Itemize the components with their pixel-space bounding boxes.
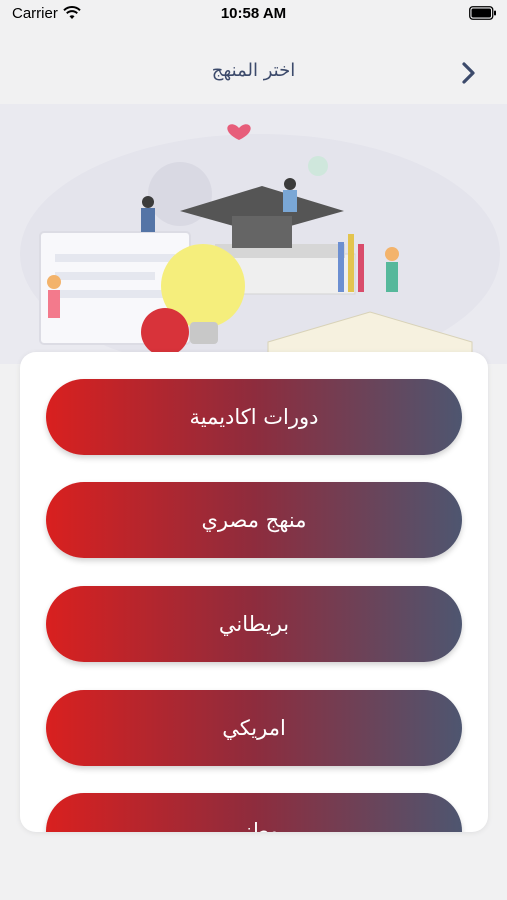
option-academic-courses-button[interactable]: دورات اكاديمية (46, 379, 462, 455)
option-american-button[interactable]: امريكي (46, 690, 462, 766)
option-egyptian-curriculum-button[interactable]: منهج مصري (46, 482, 462, 558)
clock: 10:58 AM (220, 5, 287, 22)
option-british-button[interactable]: بريطاني (46, 586, 462, 662)
status-bar: Carrier 10:58 AM (0, 0, 507, 30)
battery-icon (469, 6, 496, 20)
curriculum-options-card: دورات اكاديمية منهج مصري بريطاني امريكي … (20, 352, 488, 832)
education-illustration (20, 124, 500, 364)
chevron-right-icon (462, 62, 475, 84)
navigation-bar: اختر المنهج (0, 48, 507, 100)
back-button[interactable] (455, 60, 481, 86)
page-title: اختر المنهج (211, 60, 296, 81)
hero-illustration (0, 104, 507, 364)
option-national-button[interactable]: وطني (46, 793, 462, 832)
